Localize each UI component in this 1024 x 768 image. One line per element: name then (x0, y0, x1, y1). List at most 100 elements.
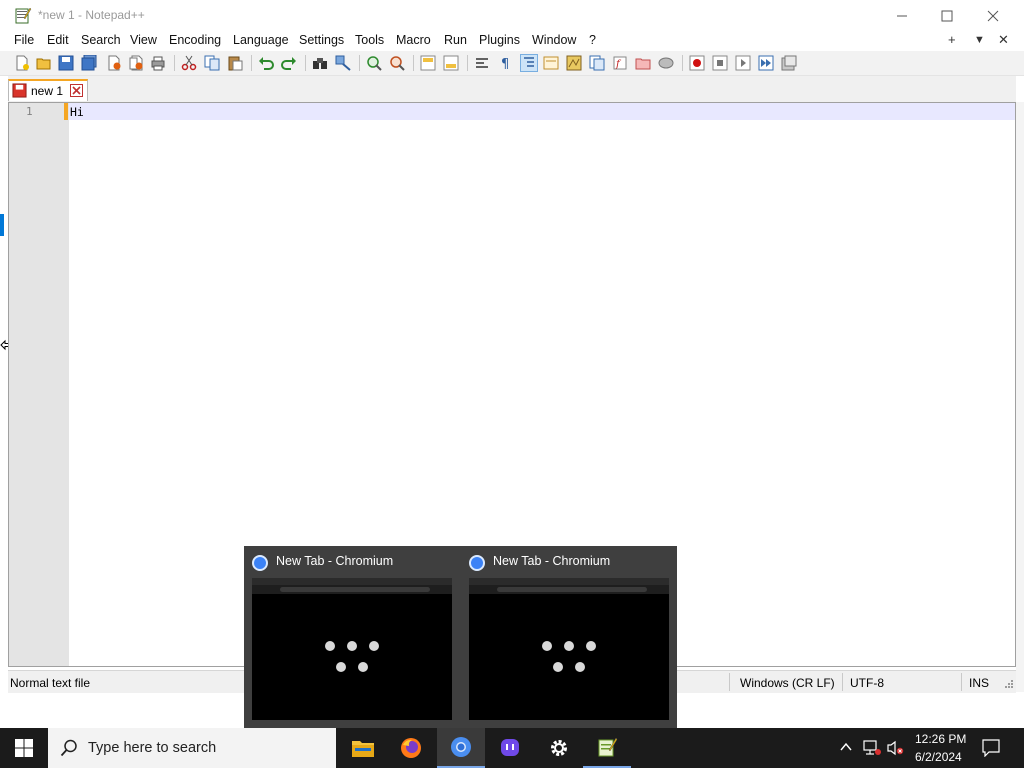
chevron-up-icon[interactable] (840, 742, 852, 752)
menu-settings[interactable]: Settings (299, 33, 344, 47)
title-bar[interactable]: *new 1 - Notepad++ (0, 0, 1024, 31)
menu-encoding[interactable]: Encoding (169, 33, 221, 47)
close-icon[interactable] (106, 55, 122, 71)
notepadpp-taskbar-icon[interactable] (583, 728, 631, 768)
sync-h-icon[interactable] (443, 55, 459, 71)
line-number: 1 (26, 105, 33, 118)
maximize-button[interactable] (924, 0, 970, 31)
close-button[interactable] (970, 0, 1016, 31)
clock-date[interactable]: 6/2/2024 (915, 750, 962, 764)
notifications-icon[interactable] (982, 739, 1000, 757)
close-tab-icon[interactable] (70, 84, 83, 97)
toolbar-separator (682, 55, 683, 71)
menu-edit[interactable]: Edit (47, 33, 69, 47)
volume-muted-icon[interactable] (887, 740, 905, 756)
paste-icon[interactable] (227, 55, 243, 71)
monitoring-icon[interactable] (658, 55, 674, 71)
save-macro-icon[interactable] (781, 55, 797, 71)
toolbar-separator (174, 55, 175, 71)
replace-icon[interactable] (335, 55, 351, 71)
window-border-right (1016, 102, 1024, 692)
print-icon[interactable] (150, 55, 166, 71)
menu-view[interactable]: View (130, 33, 157, 47)
status-separator (961, 673, 962, 691)
change-history-marker (64, 103, 68, 120)
zoom-out-icon[interactable] (389, 55, 405, 71)
preview-thumbnail-1[interactable] (252, 578, 452, 720)
editor-line-text[interactable]: Hi (70, 105, 84, 119)
menu-language[interactable]: Language (233, 33, 289, 47)
toolbar-separator (413, 55, 414, 71)
new-icon[interactable] (14, 55, 30, 71)
minimize-button[interactable] (879, 0, 925, 31)
windows-logo-icon (15, 739, 33, 757)
chromium-icon (469, 555, 485, 571)
menu-bar: File Edit Search View Encoding Language … (0, 31, 1024, 51)
tab-new-1[interactable]: new 1 (8, 79, 88, 101)
menu-window[interactable]: Window (532, 33, 576, 47)
zoom-in-icon[interactable] (366, 55, 382, 71)
left-edge-indicator (0, 214, 4, 236)
toolbar-separator (305, 55, 306, 71)
preview-thumbnail-2[interactable] (469, 578, 669, 720)
copy-icon[interactable] (204, 55, 220, 71)
status-insert-mode[interactable]: INS (969, 676, 989, 690)
preview-title-1[interactable]: New Tab - Chromium (276, 554, 393, 568)
network-icon[interactable] (863, 740, 881, 756)
toolbar-separator (251, 55, 252, 71)
status-file-type: Normal text file (10, 676, 91, 690)
menu-tools[interactable]: Tools (355, 33, 384, 47)
status-separator (729, 673, 730, 691)
function-list-icon[interactable]: f (612, 55, 628, 71)
close-all-icon[interactable] (128, 55, 144, 71)
run-macro-multiple-icon[interactable] (758, 55, 774, 71)
svg-text:¶: ¶ (501, 57, 509, 71)
record-macro-icon[interactable] (689, 55, 705, 71)
cut-icon[interactable] (181, 55, 197, 71)
menu-file[interactable]: File (14, 33, 34, 47)
tab-strip (8, 76, 1016, 102)
status-encoding: UTF-8 (850, 676, 884, 690)
file-explorer-icon[interactable] (339, 728, 387, 768)
tab-list-dropdown-icon[interactable]: ▼ (974, 34, 985, 46)
current-line-highlight (69, 103, 1015, 120)
udl-icon[interactable] (543, 55, 559, 71)
open-icon[interactable] (36, 55, 52, 71)
toolbar-separator (359, 55, 360, 71)
tab-label: new 1 (31, 84, 64, 98)
redo-icon[interactable] (281, 55, 297, 71)
save-icon[interactable] (58, 55, 74, 71)
preview-title-2[interactable]: New Tab - Chromium (493, 554, 610, 568)
toolbar-separator (467, 55, 468, 71)
stop-record-icon[interactable] (712, 55, 728, 71)
menu-help[interactable]: ? (589, 33, 596, 47)
settings-icon[interactable] (535, 728, 583, 768)
menu-run[interactable]: Run (444, 33, 467, 47)
menu-plugins[interactable]: Plugins (479, 33, 520, 47)
window-title: *new 1 - Notepad++ (38, 8, 145, 22)
folder-workspace-icon[interactable] (635, 55, 651, 71)
find-icon[interactable] (312, 55, 328, 71)
doc-map-icon[interactable] (566, 55, 582, 71)
start-button[interactable] (0, 728, 48, 768)
word-wrap-icon[interactable] (474, 55, 490, 71)
size-grip-icon[interactable] (1004, 679, 1014, 689)
status-eol[interactable]: Windows (CR LF) (740, 676, 835, 690)
doc-list-icon[interactable] (589, 55, 605, 71)
menu-search[interactable]: Search (81, 33, 121, 47)
taskbar-preview-popup: New Tab - Chromium New Tab - Chromium (244, 546, 677, 728)
firefox-icon[interactable] (387, 728, 435, 768)
close-doc-icon[interactable]: ✕ (998, 32, 1009, 48)
play-macro-icon[interactable] (735, 55, 751, 71)
undo-icon[interactable] (258, 55, 274, 71)
new-tab-plus-icon[interactable]: + (948, 32, 956, 47)
clock-time[interactable]: 12:26 PM (915, 732, 966, 746)
mastodon-icon[interactable] (486, 728, 534, 768)
unsaved-file-icon (12, 83, 27, 98)
show-all-chars-icon[interactable]: ¶ (497, 55, 513, 71)
sync-v-icon[interactable] (420, 55, 436, 71)
save-all-icon[interactable] (81, 55, 97, 71)
menu-macro[interactable]: Macro (396, 33, 431, 47)
chromium-taskbar-icon[interactable] (437, 728, 485, 768)
indent-guide-icon[interactable] (520, 54, 538, 72)
